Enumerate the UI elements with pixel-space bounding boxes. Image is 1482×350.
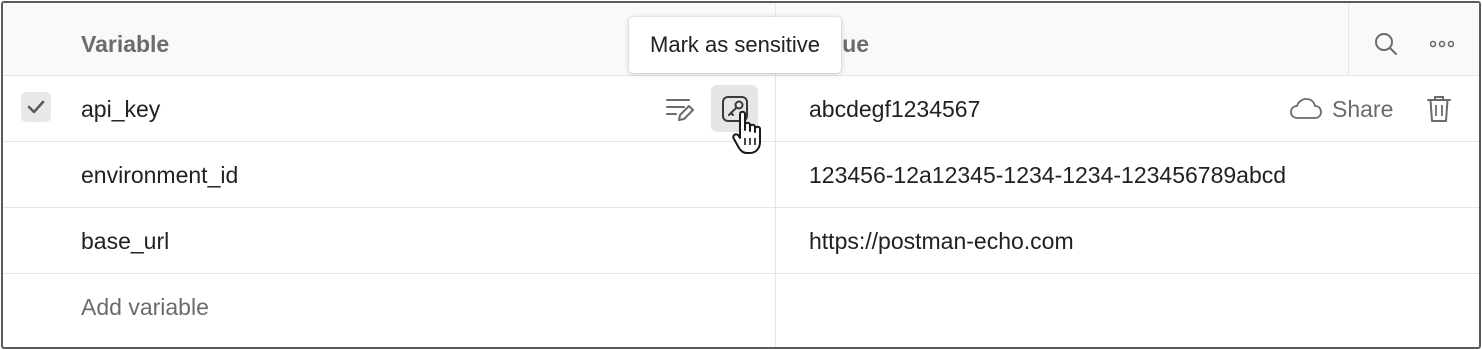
edit-lines-icon[interactable] xyxy=(663,93,695,125)
variable-value[interactable]: abcdegf1234567 xyxy=(809,94,980,124)
share-button[interactable]: Share xyxy=(1290,94,1393,124)
variable-value[interactable]: https://postman-echo.com xyxy=(809,226,1074,256)
variable-name[interactable]: base_url xyxy=(81,226,169,256)
share-label: Share xyxy=(1332,95,1394,122)
trash-icon[interactable] xyxy=(1424,94,1454,124)
variable-name[interactable]: api_key xyxy=(81,94,160,124)
hand-cursor-icon xyxy=(731,109,767,157)
cloud-icon xyxy=(1290,98,1322,119)
tooltip-text: Mark as sensitive xyxy=(650,32,820,57)
more-horizontal-icon[interactable] xyxy=(1427,29,1457,59)
table-row[interactable] xyxy=(3,208,1479,274)
row-checkbox[interactable] xyxy=(21,92,51,122)
checkmark-icon xyxy=(27,100,45,114)
add-variable-input[interactable]: Add variable xyxy=(81,292,209,322)
variables-table: Variable Value api_key xyxy=(1,1,1481,349)
variable-value[interactable]: 123456-12a12345-1234-1234-123456789abcd xyxy=(809,160,1286,190)
tooltip: Mark as sensitive xyxy=(629,17,841,73)
header-divider xyxy=(1348,3,1349,75)
search-icon[interactable] xyxy=(1371,29,1401,59)
column-header-variable: Variable xyxy=(81,31,170,57)
variable-name[interactable]: environment_id xyxy=(81,160,238,190)
add-variable-row[interactable] xyxy=(3,274,1479,344)
